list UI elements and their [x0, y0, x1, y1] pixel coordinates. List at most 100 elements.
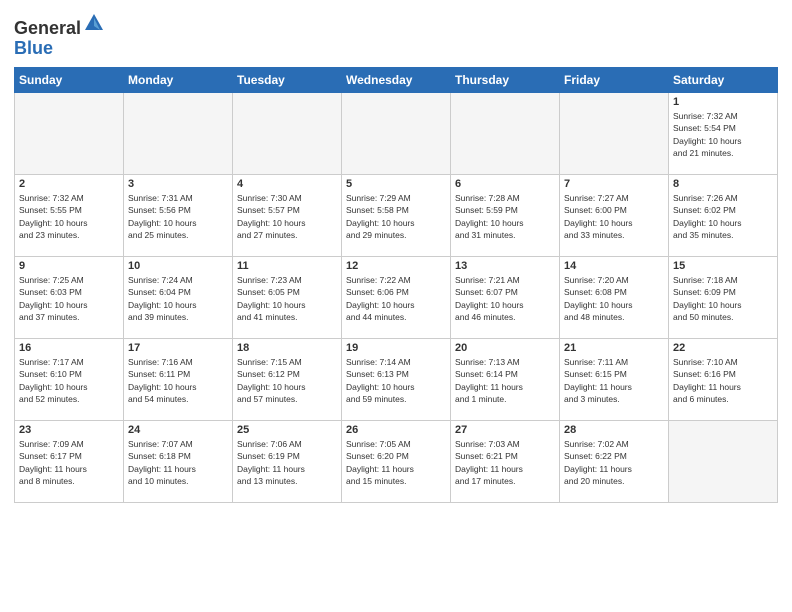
day-cell: 10 Sunrise: 7:24 AM Sunset: 6:04 PM Dayli…: [124, 257, 233, 339]
weekday-header-thursday: Thursday: [451, 68, 560, 93]
day-cell: 23 Sunrise: 7:09 AM Sunset: 6:17 PM Dayli…: [15, 421, 124, 503]
day-info: Sunrise: 7:09 AM Sunset: 6:17 PM Dayligh…: [19, 438, 119, 487]
day-number: 22: [673, 342, 773, 354]
day-cell: 28 Sunrise: 7:02 AM Sunset: 6:22 PM Dayli…: [560, 421, 669, 503]
day-info: Sunrise: 7:16 AM Sunset: 6:11 PM Dayligh…: [128, 356, 228, 405]
day-number: 18: [237, 342, 337, 354]
day-cell: [15, 93, 124, 175]
day-number: 16: [19, 342, 119, 354]
day-cell: 16 Sunrise: 7:17 AM Sunset: 6:10 PM Dayli…: [15, 339, 124, 421]
day-cell: 25Sunrise: 7:06 AM Sunset: 6:19 PM Dayli…: [233, 421, 342, 503]
day-cell: [233, 93, 342, 175]
week-row-4: 16 Sunrise: 7:17 AM Sunset: 6:10 PM Dayli…: [15, 339, 778, 421]
day-number: 11: [237, 260, 337, 272]
day-info: Sunrise: 7:20 AM Sunset: 6:08 PM Dayligh…: [564, 274, 664, 323]
day-cell: 14 Sunrise: 7:20 AM Sunset: 6:08 PM Dayli…: [560, 257, 669, 339]
day-info: Sunrise: 7:18 AM Sunset: 6:09 PM Dayligh…: [673, 274, 773, 323]
day-info: Sunrise: 7:03 AM Sunset: 6:21 PM Dayligh…: [455, 438, 555, 487]
weekday-header-wednesday: Wednesday: [342, 68, 451, 93]
day-cell: 15 Sunrise: 7:18 AM Sunset: 6:09 PM Dayli…: [669, 257, 778, 339]
day-number: 19: [346, 342, 446, 354]
day-cell: [124, 93, 233, 175]
day-number: 24: [128, 424, 228, 436]
day-number: 20: [455, 342, 555, 354]
day-cell: 4 Sunrise: 7:30 AM Sunset: 5:57 PM Daylig…: [233, 175, 342, 257]
header: General Blue: [14, 12, 778, 59]
day-info: Sunrise: 7:10 AM Sunset: 6:16 PM Dayligh…: [673, 356, 773, 405]
day-number: 26: [346, 424, 446, 436]
day-info: Sunrise: 7:15 AM Sunset: 6:12 PM Dayligh…: [237, 356, 337, 405]
day-cell: 13 Sunrise: 7:21 AM Sunset: 6:07 PM Dayli…: [451, 257, 560, 339]
week-row-1: 1 Sunrise: 7:32 AM Sunset: 5:54 PM Daylig…: [15, 93, 778, 175]
day-info: Sunrise: 7:24 AM Sunset: 6:04 PM Dayligh…: [128, 274, 228, 323]
day-number: 12: [346, 260, 446, 272]
day-info: Sunrise: 7:11 AM Sunset: 6:15 PM Dayligh…: [564, 356, 664, 405]
day-cell: 2 Sunrise: 7:32 AM Sunset: 5:55 PM Daylig…: [15, 175, 124, 257]
day-cell: [342, 93, 451, 175]
day-cell: [560, 93, 669, 175]
day-number: 15: [673, 260, 773, 272]
day-info: Sunrise: 7:05 AM Sunset: 6:20 PM Dayligh…: [346, 438, 446, 487]
day-cell: 17 Sunrise: 7:16 AM Sunset: 6:11 PM Dayli…: [124, 339, 233, 421]
day-cell: 1 Sunrise: 7:32 AM Sunset: 5:54 PM Daylig…: [669, 93, 778, 175]
day-info: Sunrise: 7:17 AM Sunset: 6:10 PM Dayligh…: [19, 356, 119, 405]
day-info: Sunrise: 7:02 AM Sunset: 6:22 PM Dayligh…: [564, 438, 664, 487]
day-number: 23: [19, 424, 119, 436]
day-cell: 12 Sunrise: 7:22 AM Sunset: 6:06 PM Dayli…: [342, 257, 451, 339]
day-cell: 5Sunrise: 7:29 AM Sunset: 5:58 PM Daylig…: [342, 175, 451, 257]
day-cell: 21 Sunrise: 7:11 AM Sunset: 6:15 PM Dayli…: [560, 339, 669, 421]
day-info: Sunrise: 7:21 AM Sunset: 6:07 PM Dayligh…: [455, 274, 555, 323]
day-number: 28: [564, 424, 664, 436]
logo: General Blue: [14, 12, 105, 59]
day-cell: 19 Sunrise: 7:14 AM Sunset: 6:13 PM Dayli…: [342, 339, 451, 421]
day-number: 8: [673, 178, 773, 190]
day-number: 3: [128, 178, 228, 190]
weekday-header-saturday: Saturday: [669, 68, 778, 93]
day-info: Sunrise: 7:14 AM Sunset: 6:13 PM Dayligh…: [346, 356, 446, 405]
day-info: Sunrise: 7:23 AM Sunset: 6:05 PM Dayligh…: [237, 274, 337, 323]
day-cell: [451, 93, 560, 175]
day-info: Sunrise: 7:28 AM Sunset: 5:59 PM Dayligh…: [455, 192, 555, 241]
day-cell: 20 Sunrise: 7:13 AM Sunset: 6:14 PM Dayli…: [451, 339, 560, 421]
day-cell: 22 Sunrise: 7:10 AM Sunset: 6:16 PM Dayli…: [669, 339, 778, 421]
day-number: 9: [19, 260, 119, 272]
day-cell: 8 Sunrise: 7:26 AM Sunset: 6:02 PM Daylig…: [669, 175, 778, 257]
day-cell: 7 Sunrise: 7:27 AM Sunset: 6:00 PM Daylig…: [560, 175, 669, 257]
day-number: 13: [455, 260, 555, 272]
day-info: Sunrise: 7:22 AM Sunset: 6:06 PM Dayligh…: [346, 274, 446, 323]
page: General Blue SundayMondayTuesdayWednesda…: [0, 0, 792, 612]
day-number: 4: [237, 178, 337, 190]
day-number: 2: [19, 178, 119, 190]
day-cell: 11 Sunrise: 7:23 AM Sunset: 6:05 PM Dayli…: [233, 257, 342, 339]
weekday-header-friday: Friday: [560, 68, 669, 93]
day-number: 10: [128, 260, 228, 272]
day-cell: 18 Sunrise: 7:15 AM Sunset: 6:12 PM Dayli…: [233, 339, 342, 421]
day-cell: 26 Sunrise: 7:05 AM Sunset: 6:20 PM Dayli…: [342, 421, 451, 503]
logo-blue-text: Blue: [14, 38, 53, 58]
day-info: Sunrise: 7:27 AM Sunset: 6:00 PM Dayligh…: [564, 192, 664, 241]
day-info: Sunrise: 7:06 AM Sunset: 6:19 PM Dayligh…: [237, 438, 337, 487]
day-info: Sunrise: 7:26 AM Sunset: 6:02 PM Dayligh…: [673, 192, 773, 241]
day-info: Sunrise: 7:30 AM Sunset: 5:57 PM Dayligh…: [237, 192, 337, 241]
day-cell: 6 Sunrise: 7:28 AM Sunset: 5:59 PM Daylig…: [451, 175, 560, 257]
day-number: 1: [673, 96, 773, 108]
week-row-3: 9Sunrise: 7:25 AM Sunset: 6:03 PM Daylig…: [15, 257, 778, 339]
day-number: 27: [455, 424, 555, 436]
day-info: Sunrise: 7:31 AM Sunset: 5:56 PM Dayligh…: [128, 192, 228, 241]
week-row-5: 23 Sunrise: 7:09 AM Sunset: 6:17 PM Dayli…: [15, 421, 778, 503]
day-info: Sunrise: 7:32 AM Sunset: 5:55 PM Dayligh…: [19, 192, 119, 241]
day-info: Sunrise: 7:32 AM Sunset: 5:54 PM Dayligh…: [673, 110, 773, 159]
day-number: 7: [564, 178, 664, 190]
weekday-header-sunday: Sunday: [15, 68, 124, 93]
day-cell: [669, 421, 778, 503]
day-number: 21: [564, 342, 664, 354]
day-info: Sunrise: 7:13 AM Sunset: 6:14 PM Dayligh…: [455, 356, 555, 405]
day-cell: 3 Sunrise: 7:31 AM Sunset: 5:56 PM Daylig…: [124, 175, 233, 257]
calendar-table: SundayMondayTuesdayWednesdayThursdayFrid…: [14, 67, 778, 503]
day-number: 6: [455, 178, 555, 190]
day-cell: 9Sunrise: 7:25 AM Sunset: 6:03 PM Daylig…: [15, 257, 124, 339]
day-number: 14: [564, 260, 664, 272]
weekday-header-row: SundayMondayTuesdayWednesdayThursdayFrid…: [15, 68, 778, 93]
day-number: 17: [128, 342, 228, 354]
logo-icon: [83, 12, 105, 34]
